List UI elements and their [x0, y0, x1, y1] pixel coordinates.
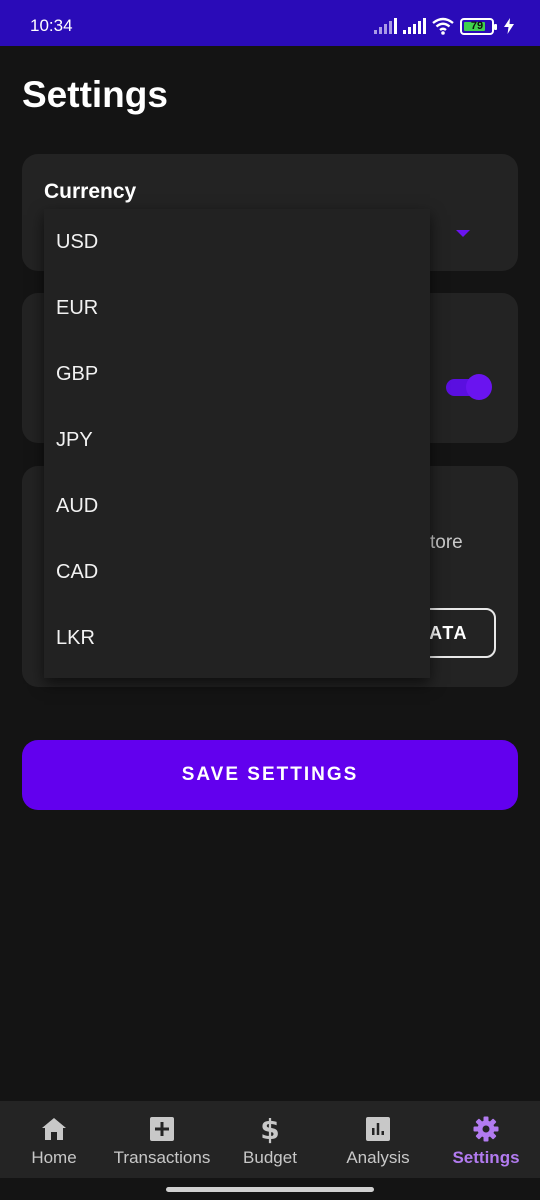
nav-item-analysis[interactable]: Analysis — [340, 1101, 416, 1178]
toggle-thumb — [466, 374, 492, 400]
bar-chart-icon — [364, 1115, 392, 1143]
currency-dropdown-menu: USD EUR GBP JPY AUD CAD LKR — [44, 209, 430, 678]
nav-label: Budget — [243, 1148, 297, 1167]
currency-option[interactable]: LKR — [44, 605, 430, 671]
battery-level: 79 — [470, 20, 484, 32]
currency-option[interactable]: USD — [44, 209, 430, 275]
currency-option[interactable]: JPY — [44, 407, 430, 473]
currency-label: Currency — [44, 180, 137, 203]
status-icons: 79 — [374, 15, 514, 37]
nav-label: Home — [31, 1148, 77, 1167]
signal-icon — [403, 18, 426, 34]
gear-icon — [472, 1115, 500, 1143]
charging-icon — [504, 18, 514, 34]
plus-box-icon — [148, 1115, 176, 1143]
home-icon — [40, 1115, 68, 1143]
bottom-nav: Home Transactions $ Budget Analysis Sett… — [0, 1101, 540, 1178]
battery-icon: 79 — [460, 17, 497, 35]
nav-label: Settings — [452, 1148, 520, 1167]
currency-option[interactable]: CAD — [44, 539, 430, 605]
data-description: tore — [430, 532, 463, 553]
status-time: 10:34 — [30, 16, 73, 35]
currency-option[interactable]: GBP — [44, 341, 430, 407]
nav-item-home[interactable]: Home — [26, 1101, 82, 1178]
currency-option[interactable]: EUR — [44, 275, 430, 341]
home-indicator[interactable] — [166, 1187, 374, 1192]
nav-item-transactions[interactable]: Transactions — [108, 1101, 216, 1178]
nav-item-budget[interactable]: $ Budget — [238, 1101, 302, 1178]
settings-toggle[interactable] — [446, 374, 492, 400]
nav-label: Analysis — [346, 1148, 410, 1167]
currency-option[interactable]: AUD — [44, 473, 430, 539]
page-title: Settings — [22, 74, 168, 115]
signal-icon — [374, 18, 397, 34]
dollar-icon: $ — [260, 1112, 280, 1146]
save-settings-button[interactable]: SAVE SETTINGS — [22, 740, 518, 810]
dropdown-arrow-icon[interactable] — [456, 230, 470, 237]
nav-item-settings[interactable]: Settings — [448, 1101, 524, 1178]
wifi-icon — [432, 17, 454, 35]
status-bar: 10:34 79 — [0, 0, 540, 46]
nav-label: Transactions — [113, 1148, 211, 1167]
